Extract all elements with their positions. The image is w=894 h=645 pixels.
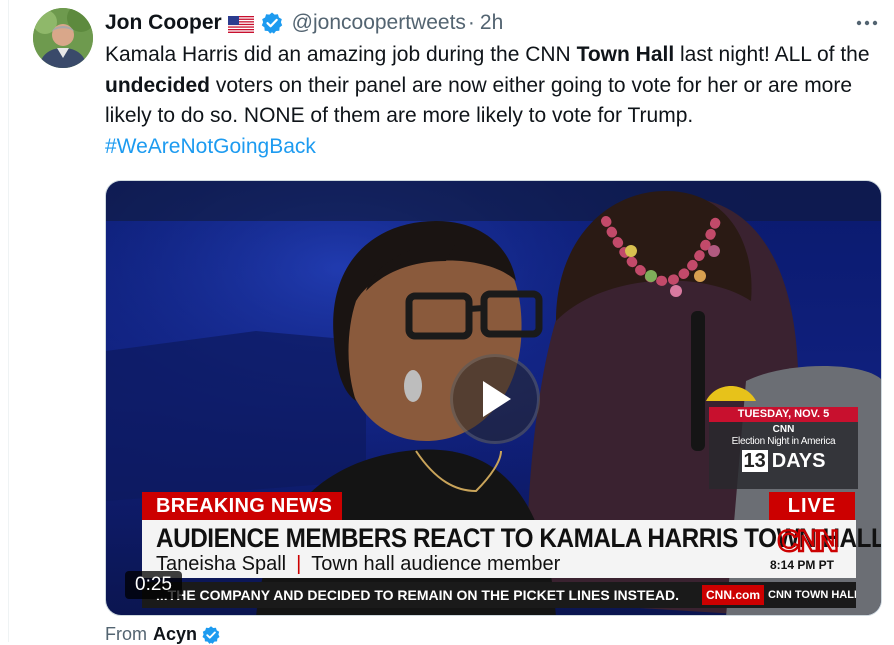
- ticker-site: CNN.com: [702, 585, 765, 605]
- author-name[interactable]: Jon Cooper: [105, 11, 222, 35]
- video-player[interactable]: TUESDAY, NOV. 5 CNN Election Night in Am…: [105, 180, 882, 616]
- author-handle[interactable]: @joncoopertweets: [292, 11, 466, 35]
- chyron-separator: |: [296, 553, 302, 575]
- news-ticker: ...THE COMPANY AND DECIDED TO REMAIN ON …: [142, 582, 856, 608]
- ticker-tag: CNN.com CNN TOWN HALL: [702, 582, 856, 608]
- broadcast-clock: 8:14 PM PT: [769, 558, 834, 572]
- live-badge: LIVE: [769, 492, 855, 520]
- avatar-image: [33, 8, 93, 68]
- tweet-text: Kamala Harris did an amazing job during …: [105, 40, 885, 162]
- verified-badge-icon[interactable]: [260, 11, 284, 35]
- chyron-nameline: Taneisha Spall | Town hall audience member: [156, 553, 560, 576]
- tweet-header: Jon Cooper @joncoopertweets · 2h: [105, 8, 503, 38]
- promo-days: 13 DAYS: [709, 450, 858, 473]
- promo-network: CNN: [772, 424, 795, 435]
- promo-date: TUESDAY, NOV. 5: [709, 407, 858, 422]
- promo-days-number: 13: [741, 450, 768, 472]
- cnn-logo-icon: CNN: [776, 524, 840, 556]
- avatar[interactable]: [33, 8, 93, 68]
- lower-third: AUDIENCE MEMBERS REACT TO KAMALA HARRIS …: [142, 520, 881, 578]
- breaking-news-banner: BREAKING NEWS: [142, 492, 342, 520]
- play-button[interactable]: [450, 354, 540, 444]
- more-icon: [856, 20, 878, 26]
- timeline-divider: [8, 0, 9, 642]
- tweet-text-bold: undecided: [105, 73, 211, 97]
- play-icon: [483, 381, 511, 417]
- promo-event: Election Night in America: [731, 436, 836, 447]
- ticker-text: ...THE COMPANY AND DECIDED TO REMAIN ON …: [156, 587, 679, 603]
- ticker-show: CNN TOWN HALL: [768, 589, 856, 601]
- tweet-text-part: last night! ALL of the: [674, 43, 870, 66]
- us-flag-icon: [227, 15, 254, 33]
- tweet-text-part: voters on their panel are now either goi…: [105, 73, 853, 128]
- more-options-button[interactable]: [854, 10, 880, 36]
- tweet-text-bold: Town Hall: [576, 43, 675, 66]
- video-duration: 0:25: [125, 571, 182, 599]
- cnn-logo-text: CNN: [778, 525, 837, 556]
- election-countdown-promo: TUESDAY, NOV. 5 CNN Election Night in Am…: [709, 407, 858, 489]
- chyron-person-title: Town hall audience member: [311, 553, 561, 575]
- promo-days-label: DAYS: [771, 450, 826, 472]
- hashtag-link[interactable]: #WeAreNotGoingBack: [105, 132, 885, 163]
- timestamp[interactable]: 2h: [480, 11, 503, 35]
- tweet-text-part: Kamala Harris did an amazing job during …: [105, 43, 577, 66]
- header-separator: ·: [467, 11, 475, 34]
